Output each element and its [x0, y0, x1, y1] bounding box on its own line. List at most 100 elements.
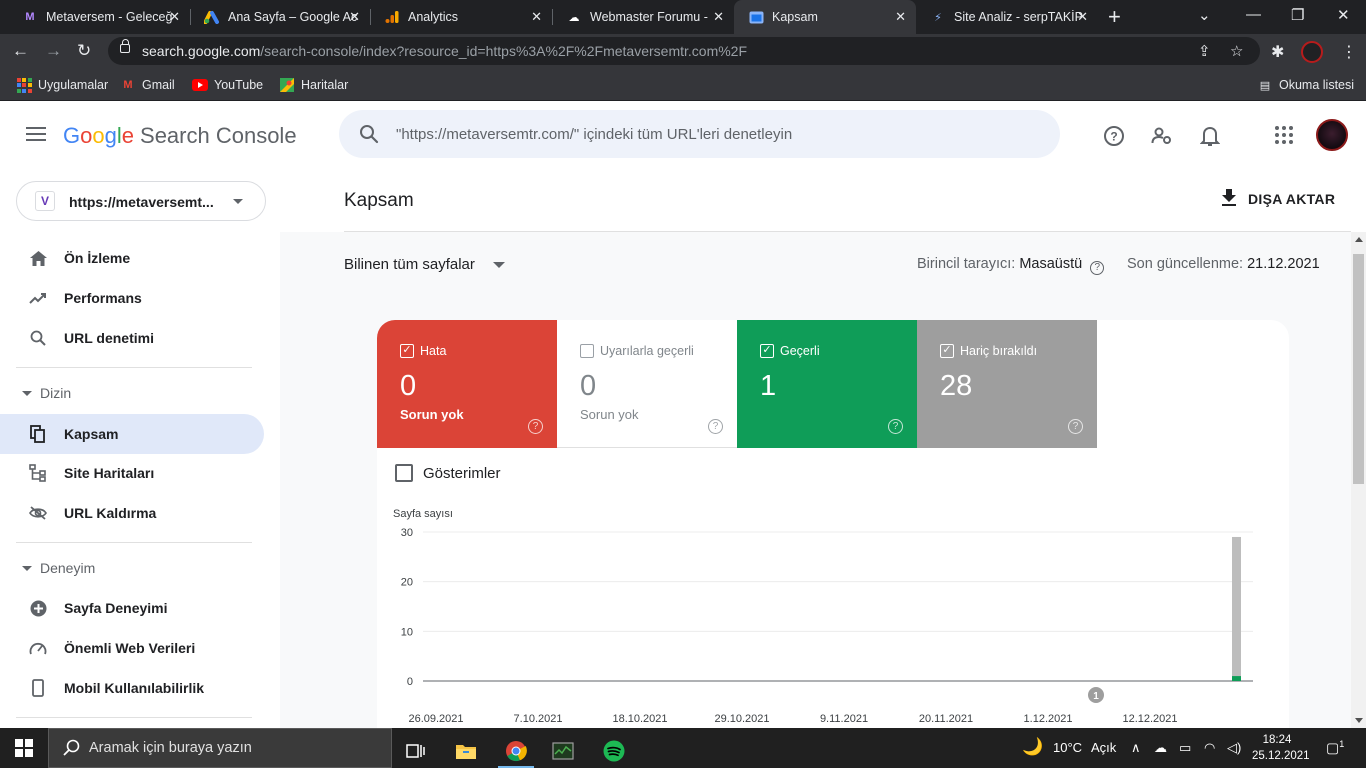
sidebar-item-sitemaps[interactable]: Site Haritaları [0, 453, 264, 493]
browser-menu-icon[interactable]: ⋮ [1341, 42, 1357, 62]
menu-icon[interactable] [26, 127, 46, 141]
sidebar-item-core-web-vitals[interactable]: Önemli Web Verileri [0, 628, 264, 668]
section-experience[interactable]: Deneyim [0, 548, 264, 588]
share-icon[interactable]: ⇪ [1198, 42, 1211, 60]
notification-center-icon[interactable]: ▢1 [1326, 739, 1344, 757]
browser-tab-active[interactable]: Kapsam ✕ [734, 0, 916, 34]
volume-icon[interactable]: ◁) [1227, 740, 1241, 756]
close-icon[interactable]: ✕ [531, 9, 542, 25]
tray-chevron-up-icon[interactable]: ∧ [1131, 740, 1141, 756]
weather-description[interactable]: Açık [1091, 740, 1116, 755]
page-filter-dropdown[interactable]: Bilinen tüm sayfalar [344, 256, 505, 273]
task-view-icon[interactable] [394, 734, 438, 768]
weather-temperature[interactable]: 10°C [1053, 740, 1082, 755]
stat-tile-excluded[interactable]: ✓ Hariç bırakıldı 28 ? [917, 320, 1097, 448]
sidebar-item-url-inspection[interactable]: URL denetimi [0, 318, 264, 358]
reload-icon[interactable]: ↻ [77, 41, 91, 61]
google-apps-grid-icon[interactable] [1274, 125, 1294, 150]
scroll-down-arrow-icon[interactable] [1355, 718, 1363, 723]
section-index[interactable]: Dizin [0, 373, 264, 413]
sidebar-item-mobile-usability[interactable]: Mobil Kullanılabilirlik [0, 668, 264, 708]
sidebar-item-overview[interactable]: Ön İzleme [0, 238, 264, 278]
speedometer-icon [29, 639, 47, 657]
browser-tab[interactable]: Ana Sayfa – Google Ac ✕ [190, 0, 370, 34]
scroll-up-arrow-icon[interactable] [1355, 237, 1363, 242]
manage-users-icon[interactable] [1151, 125, 1173, 152]
address-bar[interactable]: search.google.com/search-console/index?r… [108, 37, 1260, 65]
browser-tab[interactable]: Analytics ✕ [370, 0, 552, 34]
battery-icon[interactable]: ▭ [1179, 740, 1191, 756]
bookmarks-bar: Uygulamalar M Gmail YouTube Haritalar ▤ … [0, 68, 1366, 101]
search-input[interactable] [396, 110, 1036, 158]
profile-avatar-icon[interactable] [1301, 41, 1323, 63]
checkbox-unchecked-icon[interactable] [395, 464, 413, 482]
sidebar-item-performance[interactable]: Performans [0, 278, 264, 318]
search-console-logo[interactable]: Google Search Console [63, 123, 297, 149]
system-clock[interactable]: 18:24 25.12.2021 [1252, 732, 1310, 764]
sidebar-item-page-experience[interactable]: Sayfa Deneyimi [0, 588, 264, 628]
bookmark-star-icon[interactable]: ☆ [1230, 42, 1243, 60]
account-avatar[interactable] [1316, 119, 1348, 151]
checkbox-unchecked-icon[interactable] [580, 344, 594, 358]
stat-tile-error[interactable]: ✓ Hata 0 Sorun yok ? [377, 320, 557, 448]
help-icon[interactable]: ? [1090, 261, 1105, 275]
back-arrow-icon[interactable]: ← [12, 41, 29, 61]
impressions-toggle[interactable]: Gösterimler [395, 464, 501, 482]
taskbar-search[interactable]: Aramak için buraya yazın [48, 728, 392, 768]
property-selector[interactable]: V https://metaversemt... [16, 181, 266, 221]
browser-tab[interactable]: M Metaversem - Geleceğ ✕ [8, 0, 190, 34]
help-icon[interactable]: ? [528, 419, 543, 434]
stat-tile-valid[interactable]: ✓ Geçerli 1 ? [737, 320, 917, 448]
tab-search-chevron-icon[interactable]: ⌄ [1198, 6, 1211, 24]
spotify-icon[interactable] [592, 734, 636, 768]
close-icon[interactable]: ✕ [169, 9, 180, 25]
restore-icon[interactable]: ❐ [1291, 6, 1304, 24]
window-close-icon[interactable]: ✕ [1337, 6, 1350, 24]
help-icon[interactable]: ? [888, 419, 903, 434]
file-explorer-icon[interactable] [444, 734, 488, 768]
bookmark-youtube[interactable]: YouTube [192, 77, 263, 93]
chrome-icon[interactable] [494, 734, 538, 768]
chart-bar-hari-b-rak-ld- [1232, 536, 1241, 677]
close-icon[interactable]: ✕ [713, 9, 724, 25]
bookmark-maps[interactable]: Haritalar [279, 77, 348, 93]
address-url[interactable]: search.google.com/search-console/index?r… [142, 43, 747, 59]
close-icon[interactable]: ✕ [349, 9, 360, 25]
minimize-icon[interactable]: — [1246, 6, 1261, 23]
browser-tab[interactable]: ⚡ Site Analiz - serpTAKİP ✕ [916, 0, 1098, 34]
tab-title: Kapsam [772, 10, 818, 24]
checkbox-checked-icon[interactable]: ✓ [940, 344, 954, 358]
bookmark-apps[interactable]: Uygulamalar [16, 77, 108, 93]
moon-weather-icon[interactable]: 🌙 [1022, 737, 1043, 757]
reading-list[interactable]: ▤ Okuma listesi [1257, 77, 1354, 93]
new-tab-plus-icon[interactable]: + [1108, 4, 1121, 30]
activity-monitor-icon[interactable] [541, 734, 585, 768]
trending-up-icon [29, 289, 47, 307]
forward-arrow-icon[interactable]: → [45, 41, 62, 61]
sidebar-item-coverage[interactable]: Kapsam [0, 414, 264, 454]
checkbox-checked-icon[interactable]: ✓ [400, 344, 414, 358]
scrollbar-thumb[interactable] [1353, 254, 1364, 484]
page-scrollbar[interactable] [1351, 232, 1366, 728]
browser-tab[interactable]: ☁ Webmaster Forumu - ✕ [552, 0, 734, 34]
url-inspect-search[interactable] [339, 110, 1060, 158]
help-icon[interactable]: ? [708, 419, 723, 434]
search-icon [29, 329, 47, 347]
export-button[interactable]: DIŞA AKTAR [1222, 189, 1335, 209]
windows-start-icon[interactable] [15, 739, 33, 757]
stat-tile-valid-with-warnings[interactable]: Uyarılarla geçerli 0 Sorun yok ? [557, 320, 737, 448]
bookmark-gmail[interactable]: M Gmail [120, 77, 174, 93]
sidebar-item-removals[interactable]: URL Kaldırma [0, 493, 264, 533]
reading-list-icon: ▤ [1259, 79, 1271, 92]
extensions-puzzle-icon[interactable]: ✱ [1271, 42, 1284, 62]
checkbox-checked-icon[interactable]: ✓ [760, 344, 774, 358]
help-icon[interactable]: ? [1068, 419, 1083, 434]
close-icon[interactable]: ✕ [895, 9, 906, 25]
wifi-icon[interactable]: ◠ [1204, 740, 1215, 756]
close-icon[interactable]: ✕ [1077, 9, 1088, 25]
x-tick-label: 1.12.2021 [1024, 713, 1073, 725]
notifications-bell-icon[interactable] [1199, 125, 1221, 152]
divider [16, 367, 252, 368]
onedrive-cloud-icon[interactable]: ☁ [1154, 740, 1167, 756]
help-icon[interactable]: ? [1103, 125, 1125, 152]
